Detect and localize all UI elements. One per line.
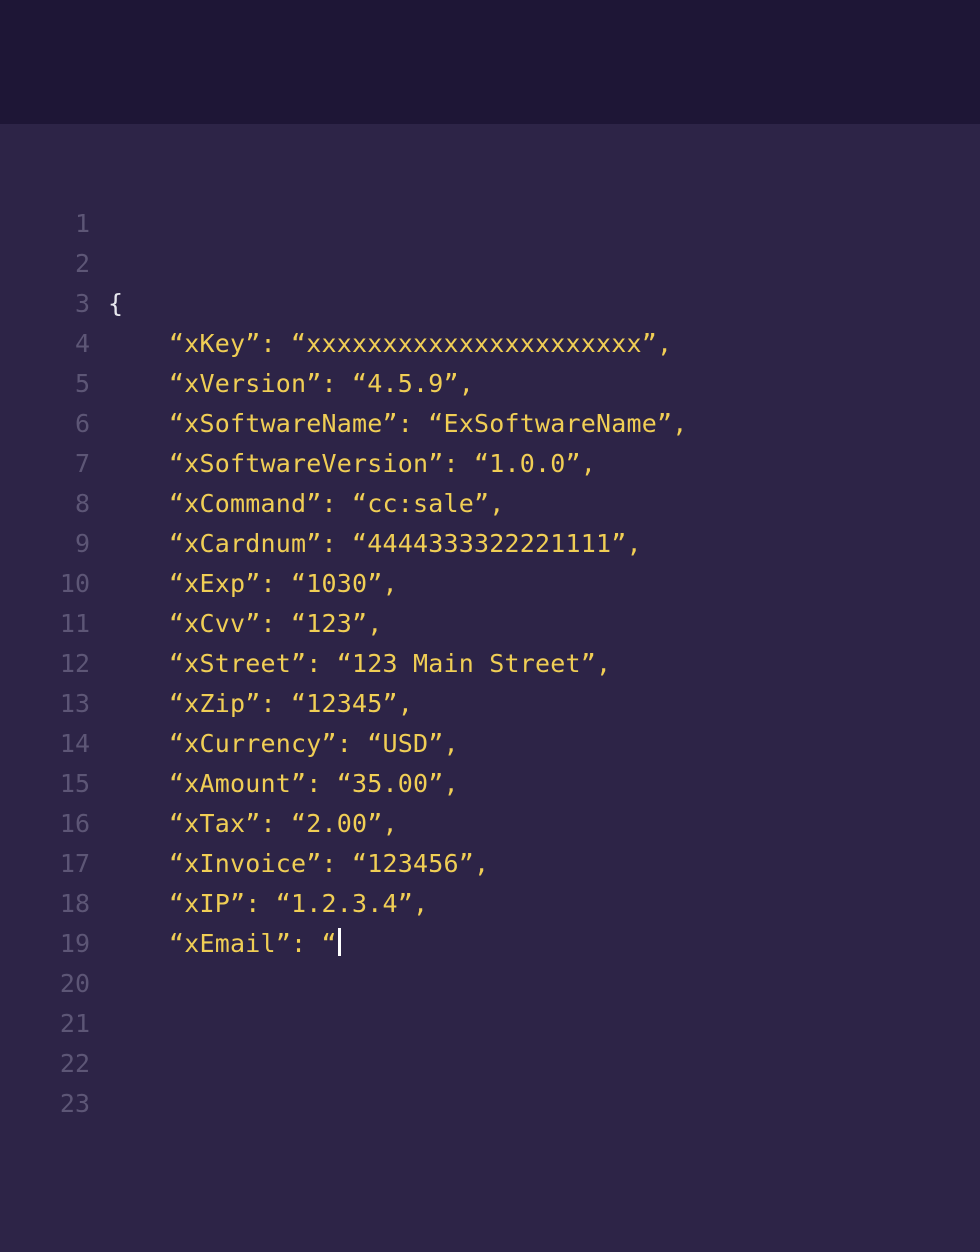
code-text: “xKey”: “xxxxxxxxxxxxxxxxxxxxxx”, bbox=[108, 324, 672, 364]
line-number: 18 bbox=[0, 884, 108, 924]
line-number: 10 bbox=[0, 564, 108, 604]
code-line[interactable]: 14 “xCurrency”: “USD”, bbox=[0, 724, 980, 764]
code-text: { bbox=[108, 284, 123, 324]
line-number: 23 bbox=[0, 1084, 108, 1124]
line-number: 12 bbox=[0, 644, 108, 684]
line-number: 15 bbox=[0, 764, 108, 804]
line-number: 1 bbox=[0, 204, 108, 244]
line-number: 22 bbox=[0, 1044, 108, 1084]
line-number: 8 bbox=[0, 484, 108, 524]
code-text: “xVersion”: “4.5.9”, bbox=[108, 364, 474, 404]
code-line[interactable]: 7 “xSoftwareVersion”: “1.0.0”, bbox=[0, 444, 980, 484]
code-line[interactable]: 20 bbox=[0, 964, 980, 1004]
text-cursor bbox=[338, 928, 341, 956]
code-text: “xCvv”: “123”, bbox=[108, 604, 383, 644]
code-line[interactable]: 3 { bbox=[0, 284, 980, 324]
code-text: “xCommand”: “cc:sale”, bbox=[108, 484, 505, 524]
code-text: “xEmail”: “ bbox=[108, 924, 341, 964]
code-line[interactable]: 10 “xExp”: “1030”, bbox=[0, 564, 980, 604]
line-number: 17 bbox=[0, 844, 108, 884]
line-number: 9 bbox=[0, 524, 108, 564]
code-line[interactable]: 2 bbox=[0, 244, 980, 284]
code-text: “xCurrency”: “USD”, bbox=[108, 724, 459, 764]
line-number: 2 bbox=[0, 244, 108, 284]
code-line[interactable]: 13 “xZip”: “12345”, bbox=[0, 684, 980, 724]
line-number: 7 bbox=[0, 444, 108, 484]
code-line[interactable]: 15 “xAmount”: “35.00”, bbox=[0, 764, 980, 804]
line-number: 21 bbox=[0, 1004, 108, 1044]
code-line[interactable]: 4 “xKey”: “xxxxxxxxxxxxxxxxxxxxxx”, bbox=[0, 324, 980, 364]
line-number: 3 bbox=[0, 284, 108, 324]
code-text: “xAmount”: “35.00”, bbox=[108, 764, 459, 804]
code-text: “xStreet”: “123 Main Street”, bbox=[108, 644, 611, 684]
code-line[interactable]: 22 bbox=[0, 1044, 980, 1084]
line-number: 20 bbox=[0, 964, 108, 1004]
code-line[interactable]: 11 “xCvv”: “123”, bbox=[0, 604, 980, 644]
code-line[interactable]: 19 “xEmail”: “ bbox=[0, 924, 980, 964]
line-number: 6 bbox=[0, 404, 108, 444]
line-number: 11 bbox=[0, 604, 108, 644]
code-line[interactable]: 23 bbox=[0, 1084, 980, 1124]
line-number: 16 bbox=[0, 804, 108, 844]
code-line[interactable]: 5 “xVersion”: “4.5.9”, bbox=[0, 364, 980, 404]
code-line[interactable]: 17 “xInvoice”: “123456”, bbox=[0, 844, 980, 884]
code-line[interactable]: 9 “xCardnum”: “4444333322221111”, bbox=[0, 524, 980, 564]
code-text: “xZip”: “12345”, bbox=[108, 684, 413, 724]
line-number: 19 bbox=[0, 924, 108, 964]
code-editor[interactable]: 1 2 3 { 4 “xKey”: “xxxxxxxxxxxxxxxxxxxxx… bbox=[0, 124, 980, 1252]
code-text: “xTax”: “2.00”, bbox=[108, 804, 398, 844]
code-line[interactable]: 1 bbox=[0, 204, 980, 244]
code-text: “xIP”: “1.2.3.4”, bbox=[108, 884, 428, 924]
code-text: “xInvoice”: “123456”, bbox=[108, 844, 489, 884]
code-line[interactable]: 16 “xTax”: “2.00”, bbox=[0, 804, 980, 844]
editor-topbar bbox=[0, 0, 980, 124]
code-line[interactable]: 8 “xCommand”: “cc:sale”, bbox=[0, 484, 980, 524]
code-text: “xSoftwareVersion”: “1.0.0”, bbox=[108, 444, 596, 484]
line-number: 4 bbox=[0, 324, 108, 364]
code-line[interactable]: 12 “xStreet”: “123 Main Street”, bbox=[0, 644, 980, 684]
line-number: 5 bbox=[0, 364, 108, 404]
code-line[interactable]: 18 “xIP”: “1.2.3.4”, bbox=[0, 884, 980, 924]
line-number: 13 bbox=[0, 684, 108, 724]
code-text: “xCardnum”: “4444333322221111”, bbox=[108, 524, 642, 564]
line-number: 14 bbox=[0, 724, 108, 764]
code-text: “xSoftwareName”: “ExSoftwareName”, bbox=[108, 404, 688, 444]
code-line[interactable]: 21 bbox=[0, 1004, 980, 1044]
code-line[interactable]: 6 “xSoftwareName”: “ExSoftwareName”, bbox=[0, 404, 980, 444]
code-text: “xExp”: “1030”, bbox=[108, 564, 398, 604]
